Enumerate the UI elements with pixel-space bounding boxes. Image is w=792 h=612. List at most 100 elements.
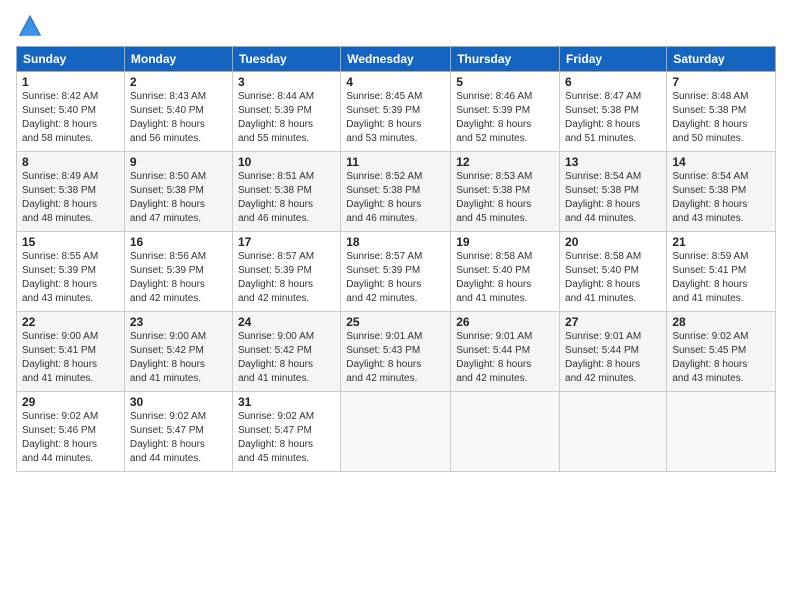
weekday-header-thursday: Thursday [451,47,560,72]
weekday-header-sunday: Sunday [17,47,125,72]
calendar-cell: 31Sunrise: 9:02 AM Sunset: 5:47 PM Dayli… [232,392,340,472]
calendar-cell [451,392,560,472]
day-info: Sunrise: 9:01 AM Sunset: 5:43 PM Dayligh… [346,330,445,386]
calendar-cell: 16Sunrise: 8:56 AM Sunset: 5:39 PM Dayli… [124,232,232,312]
day-number: 7 [672,75,770,89]
day-number: 5 [456,75,554,89]
day-info: Sunrise: 8:57 AM Sunset: 5:39 PM Dayligh… [346,250,445,306]
calendar-week-1: 1Sunrise: 8:42 AM Sunset: 5:40 PM Daylig… [17,72,776,152]
calendar-cell: 17Sunrise: 8:57 AM Sunset: 5:39 PM Dayli… [232,232,340,312]
calendar-week-4: 22Sunrise: 9:00 AM Sunset: 5:41 PM Dayli… [17,312,776,392]
day-info: Sunrise: 8:51 AM Sunset: 5:38 PM Dayligh… [238,170,335,226]
calendar-cell: 25Sunrise: 9:01 AM Sunset: 5:43 PM Dayli… [341,312,451,392]
day-number: 11 [346,155,445,169]
logo-icon [16,12,44,40]
calendar-cell: 10Sunrise: 8:51 AM Sunset: 5:38 PM Dayli… [232,152,340,232]
day-number: 25 [346,315,445,329]
calendar-body: 1Sunrise: 8:42 AM Sunset: 5:40 PM Daylig… [17,72,776,472]
day-number: 1 [22,75,119,89]
weekday-header-saturday: Saturday [667,47,776,72]
calendar-cell: 14Sunrise: 8:54 AM Sunset: 5:38 PM Dayli… [667,152,776,232]
calendar-cell: 12Sunrise: 8:53 AM Sunset: 5:38 PM Dayli… [451,152,560,232]
day-number: 24 [238,315,335,329]
day-number: 22 [22,315,119,329]
calendar-cell [560,392,667,472]
day-info: Sunrise: 9:02 AM Sunset: 5:45 PM Dayligh… [672,330,770,386]
day-number: 12 [456,155,554,169]
calendar-cell: 13Sunrise: 8:54 AM Sunset: 5:38 PM Dayli… [560,152,667,232]
calendar-cell: 26Sunrise: 9:01 AM Sunset: 5:44 PM Dayli… [451,312,560,392]
logo [16,12,46,40]
calendar-cell: 4Sunrise: 8:45 AM Sunset: 5:39 PM Daylig… [341,72,451,152]
weekday-header-tuesday: Tuesday [232,47,340,72]
day-number: 29 [22,395,119,409]
day-info: Sunrise: 8:58 AM Sunset: 5:40 PM Dayligh… [565,250,661,306]
day-info: Sunrise: 9:02 AM Sunset: 5:46 PM Dayligh… [22,410,119,466]
day-number: 27 [565,315,661,329]
calendar-cell: 18Sunrise: 8:57 AM Sunset: 5:39 PM Dayli… [341,232,451,312]
calendar-cell: 20Sunrise: 8:58 AM Sunset: 5:40 PM Dayli… [560,232,667,312]
day-number: 3 [238,75,335,89]
day-number: 28 [672,315,770,329]
calendar-week-3: 15Sunrise: 8:55 AM Sunset: 5:39 PM Dayli… [17,232,776,312]
day-info: Sunrise: 9:00 AM Sunset: 5:42 PM Dayligh… [130,330,227,386]
day-info: Sunrise: 8:57 AM Sunset: 5:39 PM Dayligh… [238,250,335,306]
calendar-cell: 19Sunrise: 8:58 AM Sunset: 5:40 PM Dayli… [451,232,560,312]
day-info: Sunrise: 8:56 AM Sunset: 5:39 PM Dayligh… [130,250,227,306]
calendar-cell: 27Sunrise: 9:01 AM Sunset: 5:44 PM Dayli… [560,312,667,392]
day-number: 8 [22,155,119,169]
day-info: Sunrise: 8:47 AM Sunset: 5:38 PM Dayligh… [565,90,661,146]
day-info: Sunrise: 8:50 AM Sunset: 5:38 PM Dayligh… [130,170,227,226]
calendar-cell: 1Sunrise: 8:42 AM Sunset: 5:40 PM Daylig… [17,72,125,152]
header-row [16,12,776,40]
day-info: Sunrise: 9:01 AM Sunset: 5:44 PM Dayligh… [565,330,661,386]
calendar-cell [667,392,776,472]
day-info: Sunrise: 8:54 AM Sunset: 5:38 PM Dayligh… [672,170,770,226]
calendar-cell: 6Sunrise: 8:47 AM Sunset: 5:38 PM Daylig… [560,72,667,152]
calendar-cell: 5Sunrise: 8:46 AM Sunset: 5:39 PM Daylig… [451,72,560,152]
day-number: 30 [130,395,227,409]
calendar: SundayMondayTuesdayWednesdayThursdayFrid… [16,46,776,472]
day-info: Sunrise: 8:48 AM Sunset: 5:38 PM Dayligh… [672,90,770,146]
day-info: Sunrise: 8:43 AM Sunset: 5:40 PM Dayligh… [130,90,227,146]
calendar-cell: 29Sunrise: 9:02 AM Sunset: 5:46 PM Dayli… [17,392,125,472]
day-number: 23 [130,315,227,329]
day-number: 18 [346,235,445,249]
day-info: Sunrise: 8:46 AM Sunset: 5:39 PM Dayligh… [456,90,554,146]
weekday-header-wednesday: Wednesday [341,47,451,72]
day-number: 21 [672,235,770,249]
day-number: 10 [238,155,335,169]
day-info: Sunrise: 9:01 AM Sunset: 5:44 PM Dayligh… [456,330,554,386]
day-info: Sunrise: 8:55 AM Sunset: 5:39 PM Dayligh… [22,250,119,306]
calendar-cell [341,392,451,472]
day-info: Sunrise: 8:53 AM Sunset: 5:38 PM Dayligh… [456,170,554,226]
calendar-cell: 9Sunrise: 8:50 AM Sunset: 5:38 PM Daylig… [124,152,232,232]
day-number: 4 [346,75,445,89]
day-number: 17 [238,235,335,249]
day-number: 6 [565,75,661,89]
day-info: Sunrise: 8:45 AM Sunset: 5:39 PM Dayligh… [346,90,445,146]
calendar-cell: 8Sunrise: 8:49 AM Sunset: 5:38 PM Daylig… [17,152,125,232]
calendar-cell: 30Sunrise: 9:02 AM Sunset: 5:47 PM Dayli… [124,392,232,472]
calendar-cell: 11Sunrise: 8:52 AM Sunset: 5:38 PM Dayli… [341,152,451,232]
calendar-cell: 15Sunrise: 8:55 AM Sunset: 5:39 PM Dayli… [17,232,125,312]
calendar-cell: 24Sunrise: 9:00 AM Sunset: 5:42 PM Dayli… [232,312,340,392]
weekday-header: SundayMondayTuesdayWednesdayThursdayFrid… [17,47,776,72]
day-number: 15 [22,235,119,249]
calendar-week-5: 29Sunrise: 9:02 AM Sunset: 5:46 PM Dayli… [17,392,776,472]
day-number: 19 [456,235,554,249]
day-number: 26 [456,315,554,329]
calendar-cell: 3Sunrise: 8:44 AM Sunset: 5:39 PM Daylig… [232,72,340,152]
day-info: Sunrise: 8:54 AM Sunset: 5:38 PM Dayligh… [565,170,661,226]
day-number: 20 [565,235,661,249]
day-info: Sunrise: 8:42 AM Sunset: 5:40 PM Dayligh… [22,90,119,146]
weekday-header-monday: Monday [124,47,232,72]
page-container: SundayMondayTuesdayWednesdayThursdayFrid… [0,0,792,480]
day-info: Sunrise: 9:00 AM Sunset: 5:42 PM Dayligh… [238,330,335,386]
day-number: 13 [565,155,661,169]
weekday-header-friday: Friday [560,47,667,72]
day-number: 9 [130,155,227,169]
day-info: Sunrise: 8:49 AM Sunset: 5:38 PM Dayligh… [22,170,119,226]
calendar-cell: 22Sunrise: 9:00 AM Sunset: 5:41 PM Dayli… [17,312,125,392]
calendar-cell: 28Sunrise: 9:02 AM Sunset: 5:45 PM Dayli… [667,312,776,392]
